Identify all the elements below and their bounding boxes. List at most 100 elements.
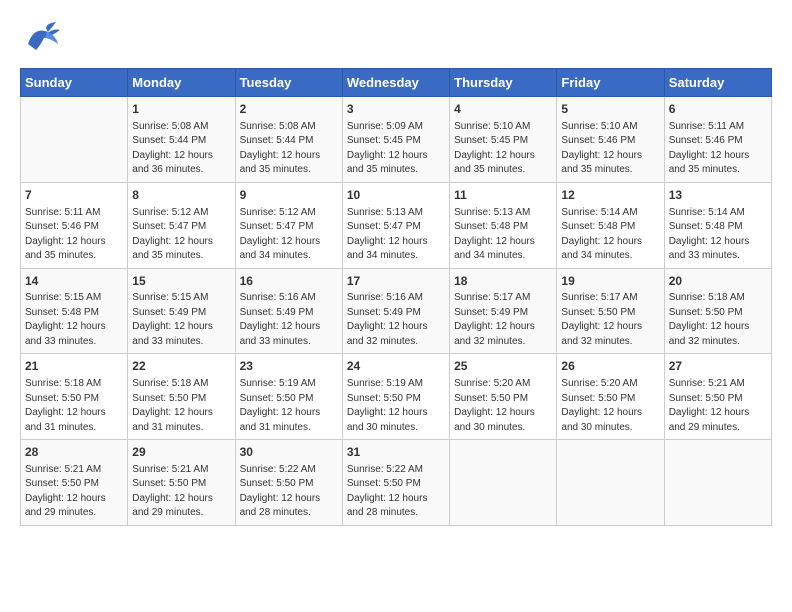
day-number: 13: [669, 187, 767, 204]
day-info: Sunrise: 5:20 AM Sunset: 5:50 PM Dayligh…: [561, 378, 642, 433]
logo: [20, 16, 68, 60]
calendar-week-2: 7 Sunrise: 5:11 AM Sunset: 5:46 PM Daylig…: [21, 182, 772, 268]
day-info: Sunrise: 5:15 AM Sunset: 5:48 PM Dayligh…: [25, 292, 106, 347]
day-number: 22: [132, 358, 230, 375]
calendar-week-5: 28 Sunrise: 5:21 AM Sunset: 5:50 PM Dayli…: [21, 440, 772, 526]
calendar-cell: 31 Sunrise: 5:22 AM Sunset: 5:50 PM Dayli…: [342, 440, 449, 526]
weekday-header-thursday: Thursday: [450, 69, 557, 97]
day-number: 8: [132, 187, 230, 204]
calendar-cell: 7 Sunrise: 5:11 AM Sunset: 5:46 PM Daylig…: [21, 182, 128, 268]
day-info: Sunrise: 5:21 AM Sunset: 5:50 PM Dayligh…: [669, 378, 750, 433]
day-number: 16: [240, 273, 338, 290]
calendar-cell: [21, 97, 128, 183]
calendar-cell: 2 Sunrise: 5:08 AM Sunset: 5:44 PM Daylig…: [235, 97, 342, 183]
calendar-cell: 10 Sunrise: 5:13 AM Sunset: 5:47 PM Dayli…: [342, 182, 449, 268]
weekday-header-wednesday: Wednesday: [342, 69, 449, 97]
day-info: Sunrise: 5:12 AM Sunset: 5:47 PM Dayligh…: [240, 207, 321, 262]
day-number: 10: [347, 187, 445, 204]
day-info: Sunrise: 5:22 AM Sunset: 5:50 PM Dayligh…: [347, 464, 428, 519]
day-info: Sunrise: 5:18 AM Sunset: 5:50 PM Dayligh…: [669, 292, 750, 347]
calendar-cell: 24 Sunrise: 5:19 AM Sunset: 5:50 PM Dayli…: [342, 354, 449, 440]
day-number: 20: [669, 273, 767, 290]
weekday-header-sunday: Sunday: [21, 69, 128, 97]
day-info: Sunrise: 5:10 AM Sunset: 5:45 PM Dayligh…: [454, 121, 535, 176]
calendar-cell: 23 Sunrise: 5:19 AM Sunset: 5:50 PM Dayli…: [235, 354, 342, 440]
calendar-week-1: 1 Sunrise: 5:08 AM Sunset: 5:44 PM Daylig…: [21, 97, 772, 183]
day-info: Sunrise: 5:11 AM Sunset: 5:46 PM Dayligh…: [25, 207, 106, 262]
day-info: Sunrise: 5:11 AM Sunset: 5:46 PM Dayligh…: [669, 121, 750, 176]
day-info: Sunrise: 5:18 AM Sunset: 5:50 PM Dayligh…: [25, 378, 106, 433]
day-info: Sunrise: 5:20 AM Sunset: 5:50 PM Dayligh…: [454, 378, 535, 433]
day-number: 2: [240, 101, 338, 118]
day-number: 31: [347, 444, 445, 461]
calendar-cell: 20 Sunrise: 5:18 AM Sunset: 5:50 PM Dayli…: [664, 268, 771, 354]
day-info: Sunrise: 5:16 AM Sunset: 5:49 PM Dayligh…: [347, 292, 428, 347]
day-number: 29: [132, 444, 230, 461]
calendar-cell: 16 Sunrise: 5:16 AM Sunset: 5:49 PM Dayli…: [235, 268, 342, 354]
calendar-cell: 18Sunrise: 5:17 AM Sunset: 5:49 PM Dayli…: [450, 268, 557, 354]
day-number: 5: [561, 101, 659, 118]
day-number: 14: [25, 273, 123, 290]
calendar-cell: 21 Sunrise: 5:18 AM Sunset: 5:50 PM Dayli…: [21, 354, 128, 440]
day-info: Sunrise: 5:19 AM Sunset: 5:50 PM Dayligh…: [240, 378, 321, 433]
calendar-week-4: 21 Sunrise: 5:18 AM Sunset: 5:50 PM Dayli…: [21, 354, 772, 440]
day-info: Sunrise: 5:18 AM Sunset: 5:50 PM Dayligh…: [132, 378, 213, 433]
calendar-cell: [450, 440, 557, 526]
day-info: Sunrise: 5:21 AM Sunset: 5:50 PM Dayligh…: [25, 464, 106, 519]
day-number: 24: [347, 358, 445, 375]
day-number: 1: [132, 101, 230, 118]
weekday-header-tuesday: Tuesday: [235, 69, 342, 97]
day-info: Sunrise: 5:12 AM Sunset: 5:47 PM Dayligh…: [132, 207, 213, 262]
calendar-cell: 11 Sunrise: 5:13 AM Sunset: 5:48 PM Dayli…: [450, 182, 557, 268]
calendar-cell: 9 Sunrise: 5:12 AM Sunset: 5:47 PM Daylig…: [235, 182, 342, 268]
day-info: Sunrise: 5:21 AM Sunset: 5:50 PM Dayligh…: [132, 464, 213, 519]
day-number: 12: [561, 187, 659, 204]
day-number: 7: [25, 187, 123, 204]
day-number: 4: [454, 101, 552, 118]
day-info: Sunrise: 5:16 AM Sunset: 5:49 PM Dayligh…: [240, 292, 321, 347]
header: [20, 16, 772, 60]
calendar-cell: 29 Sunrise: 5:21 AM Sunset: 5:50 PM Dayli…: [128, 440, 235, 526]
calendar-cell: 17Sunrise: 5:16 AM Sunset: 5:49 PM Dayli…: [342, 268, 449, 354]
calendar-week-3: 14 Sunrise: 5:15 AM Sunset: 5:48 PM Dayli…: [21, 268, 772, 354]
weekday-header-monday: Monday: [128, 69, 235, 97]
day-info: Sunrise: 5:13 AM Sunset: 5:48 PM Dayligh…: [454, 207, 535, 262]
day-info: Sunrise: 5:08 AM Sunset: 5:44 PM Dayligh…: [132, 121, 213, 176]
day-number: 11: [454, 187, 552, 204]
calendar-cell: 22 Sunrise: 5:18 AM Sunset: 5:50 PM Dayli…: [128, 354, 235, 440]
day-number: 3: [347, 101, 445, 118]
calendar-table: SundayMondayTuesdayWednesdayThursdayFrid…: [20, 68, 772, 526]
calendar-cell: 15Sunrise: 5:15 AM Sunset: 5:49 PM Dayli…: [128, 268, 235, 354]
day-info: Sunrise: 5:19 AM Sunset: 5:50 PM Dayligh…: [347, 378, 428, 433]
day-info: Sunrise: 5:22 AM Sunset: 5:50 PM Dayligh…: [240, 464, 321, 519]
logo-bird-icon: [20, 16, 64, 60]
calendar-header: SundayMondayTuesdayWednesdayThursdayFrid…: [21, 69, 772, 97]
day-number: 27: [669, 358, 767, 375]
calendar-cell: 14 Sunrise: 5:15 AM Sunset: 5:48 PM Dayli…: [21, 268, 128, 354]
calendar-cell: 27 Sunrise: 5:21 AM Sunset: 5:50 PM Dayli…: [664, 354, 771, 440]
day-number: 28: [25, 444, 123, 461]
day-number: 19: [561, 273, 659, 290]
calendar-cell: 12Sunrise: 5:14 AM Sunset: 5:48 PM Dayli…: [557, 182, 664, 268]
calendar-cell: 5Sunrise: 5:10 AM Sunset: 5:46 PM Daylig…: [557, 97, 664, 183]
day-number: 21: [25, 358, 123, 375]
calendar-cell: 4 Sunrise: 5:10 AM Sunset: 5:45 PM Daylig…: [450, 97, 557, 183]
weekday-header-friday: Friday: [557, 69, 664, 97]
calendar-cell: 13Sunrise: 5:14 AM Sunset: 5:48 PM Dayli…: [664, 182, 771, 268]
calendar-cell: 1 Sunrise: 5:08 AM Sunset: 5:44 PM Daylig…: [128, 97, 235, 183]
calendar-cell: 25 Sunrise: 5:20 AM Sunset: 5:50 PM Dayli…: [450, 354, 557, 440]
day-number: 9: [240, 187, 338, 204]
calendar-body: 1 Sunrise: 5:08 AM Sunset: 5:44 PM Daylig…: [21, 97, 772, 526]
calendar-cell: 30 Sunrise: 5:22 AM Sunset: 5:50 PM Dayli…: [235, 440, 342, 526]
calendar-cell: 8 Sunrise: 5:12 AM Sunset: 5:47 PM Daylig…: [128, 182, 235, 268]
calendar-cell: [557, 440, 664, 526]
day-number: 6: [669, 101, 767, 118]
day-number: 25: [454, 358, 552, 375]
day-number: 15: [132, 273, 230, 290]
calendar-cell: [664, 440, 771, 526]
calendar-cell: 19Sunrise: 5:17 AM Sunset: 5:50 PM Dayli…: [557, 268, 664, 354]
day-info: Sunrise: 5:13 AM Sunset: 5:47 PM Dayligh…: [347, 207, 428, 262]
day-number: 30: [240, 444, 338, 461]
day-info: Sunrise: 5:08 AM Sunset: 5:44 PM Dayligh…: [240, 121, 321, 176]
day-number: 23: [240, 358, 338, 375]
